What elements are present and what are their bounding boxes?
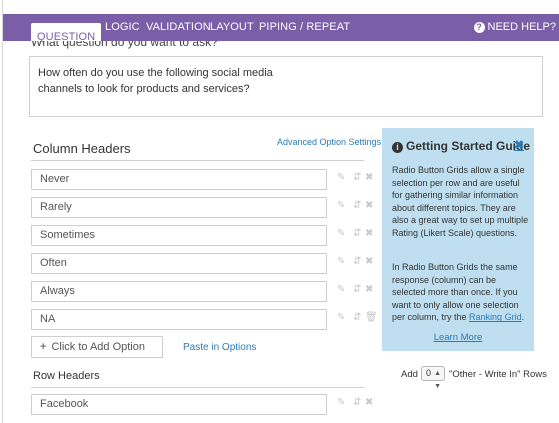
write-in-suffix: "Other - Write In" Rows bbox=[449, 369, 547, 380]
option-actions: ✎ ⇵ ✖ bbox=[335, 394, 375, 415]
pencil-icon[interactable]: ✎ bbox=[337, 200, 345, 211]
pencil-icon[interactable]: ✎ bbox=[337, 172, 345, 183]
delete-icon[interactable]: ✖ bbox=[365, 256, 373, 267]
column-option-input[interactable]: Often bbox=[31, 253, 327, 274]
column-option-input[interactable]: Always bbox=[31, 281, 327, 302]
need-help-link[interactable]: ? NEED HELP? bbox=[473, 14, 556, 41]
column-option-input[interactable]: NA bbox=[31, 309, 327, 330]
trash-icon[interactable]: 🗑 bbox=[365, 312, 378, 323]
pencil-icon[interactable]: ✎ bbox=[337, 228, 345, 239]
delete-icon[interactable]: ✖ bbox=[365, 228, 373, 239]
delete-icon[interactable]: ✖ bbox=[365, 200, 373, 211]
info-icon: i bbox=[392, 142, 403, 153]
move-icon[interactable]: ⇵ bbox=[353, 397, 361, 408]
question-editor-window: QUESTION LOGIC VALIDATION LAYOUT PIPING … bbox=[2, 0, 559, 423]
paste-in-options-link[interactable]: Paste in Options bbox=[183, 342, 256, 353]
add-option-label: Click to Add Option bbox=[51, 341, 145, 353]
move-icon[interactable]: ⇵ bbox=[353, 284, 361, 295]
column-option-input[interactable]: Never bbox=[31, 169, 327, 190]
plus-icon: + bbox=[40, 341, 47, 353]
learn-more-link[interactable]: Learn More bbox=[382, 332, 534, 343]
write-in-prefix: Add bbox=[401, 369, 418, 380]
tab-bar: QUESTION LOGIC VALIDATION LAYOUT PIPING … bbox=[3, 14, 559, 53]
tab-piping-repeat[interactable]: PIPING / REPEAT bbox=[259, 14, 350, 41]
column-option-input[interactable]: Rarely bbox=[31, 197, 327, 218]
option-actions: ✎ ⇵ ✖ bbox=[335, 253, 375, 274]
tab-layout[interactable]: LAYOUT bbox=[210, 14, 254, 41]
need-help-label: NEED HELP? bbox=[487, 21, 556, 33]
row-option-input[interactable]: Facebook bbox=[31, 394, 327, 415]
option-actions: ✎ ⇵ ✖ bbox=[335, 197, 375, 218]
guide-paragraph: In Radio Button Grids the same response … bbox=[392, 262, 525, 323]
option-actions: ✎ ⇵ ✖ bbox=[335, 281, 375, 302]
pencil-icon[interactable]: ✎ bbox=[337, 284, 345, 295]
question-text: How often do you use the following socia… bbox=[38, 67, 273, 95]
option-actions: ✎ ⇵ ✖ bbox=[335, 225, 375, 246]
pencil-icon[interactable]: ✎ bbox=[337, 256, 345, 267]
guide-paragraph: Radio Button Grids allow a single select… bbox=[392, 165, 529, 238]
getting-started-guide: i Getting Started Guide ✖ Radio Button Gr… bbox=[382, 128, 534, 351]
tab-validation[interactable]: VALIDATION bbox=[146, 14, 211, 41]
delete-icon[interactable]: ✖ bbox=[365, 172, 373, 183]
move-icon[interactable]: ⇵ bbox=[353, 200, 361, 211]
column-headers-divider bbox=[31, 160, 364, 161]
advanced-option-settings-link[interactable]: Advanced Option Settings bbox=[277, 137, 381, 147]
column-headers-title: Column Headers bbox=[33, 141, 131, 156]
delete-icon[interactable]: ✖ bbox=[365, 397, 373, 408]
column-option-input[interactable]: Sometimes bbox=[31, 225, 327, 246]
question-prompt-heading: What question do you want to ask? bbox=[31, 41, 218, 49]
tab-logic[interactable]: LOGIC bbox=[105, 14, 140, 41]
option-actions: ✎ ⇵ ✖ bbox=[335, 169, 375, 190]
move-icon[interactable]: ⇵ bbox=[353, 172, 361, 183]
updown-arrows-icon: ▲ ▼ bbox=[434, 370, 441, 390]
guide-title: i Getting Started Guide bbox=[392, 139, 530, 153]
pencil-icon[interactable]: ✎ bbox=[337, 312, 345, 323]
ranking-grid-link[interactable]: Ranking Grid bbox=[469, 312, 522, 322]
move-icon[interactable]: ⇵ bbox=[353, 256, 361, 267]
row-headers-title: Row Headers bbox=[33, 370, 100, 382]
close-guide-button[interactable]: ✖ bbox=[514, 138, 524, 152]
delete-icon[interactable]: ✖ bbox=[365, 284, 373, 295]
question-text-field[interactable]: How often do you use the following socia… bbox=[29, 56, 543, 117]
row-headers-divider bbox=[31, 387, 364, 388]
add-option-button[interactable]: + Click to Add Option bbox=[31, 336, 163, 358]
question-circle-icon: ? bbox=[473, 22, 485, 33]
write-in-count-select[interactable]: 0 ▲ ▼ bbox=[421, 366, 445, 390]
pencil-icon[interactable]: ✎ bbox=[337, 397, 345, 408]
option-actions: ✎ ⇵ 🗑 bbox=[335, 309, 378, 330]
move-icon[interactable]: ⇵ bbox=[353, 228, 361, 239]
move-icon[interactable]: ⇵ bbox=[353, 312, 361, 323]
